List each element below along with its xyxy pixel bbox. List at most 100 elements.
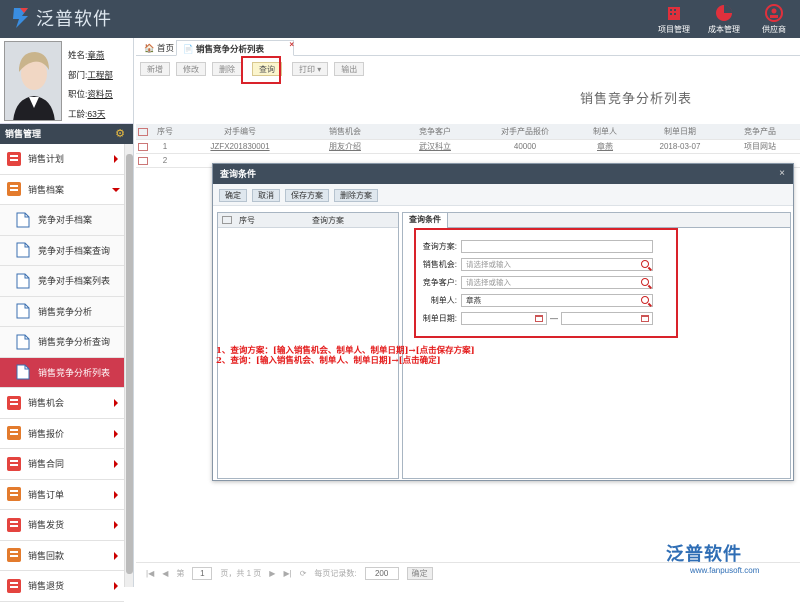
row-checkbox[interactable]	[138, 156, 148, 165]
grid-col-header[interactable]: 制单人	[570, 126, 640, 137]
table-cell: 2	[162, 156, 168, 165]
table-cell[interactable]: 章燕	[570, 141, 640, 152]
tab-close-icon[interactable]: ×	[289, 37, 294, 53]
sidebar-item-10[interactable]: 销售合同	[0, 449, 124, 480]
sidebar-item-11[interactable]: 销售订单	[0, 479, 124, 510]
dialog-title-bar: 查询条件 ×	[213, 164, 793, 184]
sidebar-item-6[interactable]: 销售竞争分析查询	[0, 327, 124, 358]
grid-col-header[interactable]: 竞争客户	[390, 126, 480, 137]
sidebar-item-13[interactable]: 销售回款	[0, 540, 124, 571]
table-row[interactable]: 1 JZFX201830001 朋友介绍 武汉科立 40000 章燕 2018-03-07 项…	[136, 140, 800, 154]
sidebar-item-0[interactable]: 销售计划	[0, 144, 124, 175]
sidebar-item-label: 销售订单	[28, 489, 65, 500]
table-cell[interactable]: 朋友介绍	[300, 141, 390, 152]
grid-col-header[interactable]: 竞争产品	[720, 126, 800, 137]
tab-query-criteria[interactable]: 查询条件	[403, 213, 448, 228]
chevron-right-icon	[114, 582, 118, 590]
supplier-button[interactable]: 供应商	[754, 2, 794, 35]
export-button[interactable]: 输出	[334, 62, 365, 76]
delete-button[interactable]: 删除	[212, 62, 242, 76]
home-icon: 🏠	[144, 43, 155, 53]
tenure-label: 工龄:	[68, 108, 88, 119]
grid-col-header[interactable]: 对手产品报价	[480, 126, 570, 137]
sidebar-scrollbar[interactable]	[124, 144, 133, 587]
sidebar-item-1[interactable]: 销售档案	[0, 174, 124, 205]
toolbar: 新增 修改 删除 查询 打印 ▾ 输出	[136, 58, 800, 80]
brand-logo: 泛普软件	[10, 5, 112, 31]
print-button[interactable]: 打印 ▾	[292, 62, 329, 76]
table-cell[interactable]: JZFX201830001	[180, 142, 300, 151]
table-cell[interactable]: 武汉科立	[390, 141, 480, 152]
first-page-icon[interactable]: |◀	[146, 569, 154, 578]
user-position[interactable]: 资料员	[87, 89, 113, 99]
table-cell: 2018-03-07	[659, 142, 701, 151]
payment-icon	[6, 547, 22, 563]
sidebar-section-header: 销售管理 ⚙	[0, 124, 133, 144]
user-name[interactable]: 章燕	[87, 50, 104, 60]
refresh-icon[interactable]: ⟳	[300, 569, 307, 578]
instruction-note-2: 2、查询：[输入销售机会、制单人、制单日期]→[点击确定]	[216, 356, 441, 366]
cost-management-button[interactable]: 成本管理	[704, 2, 744, 35]
chevron-right-icon	[114, 155, 118, 163]
user-dept[interactable]: 工程部	[87, 70, 113, 80]
sidebar-item-14[interactable]: 销售退货	[0, 571, 124, 602]
grid-col-header[interactable]: 对手编号	[180, 126, 300, 137]
sidebar-item-label: 竞争对手档案查询	[38, 245, 111, 256]
col-index: 序号	[239, 215, 255, 225]
sidebar-item-5[interactable]: 销售竞争分析	[0, 296, 124, 327]
criteria-highlight	[414, 228, 678, 338]
order-icon	[6, 486, 22, 502]
ok-button[interactable]: 确定	[219, 189, 247, 202]
next-page-icon[interactable]: ▶	[269, 569, 275, 578]
chevron-right-icon	[114, 399, 118, 407]
sidebar-item-label: 销售机会	[28, 398, 65, 409]
chevron-right-icon	[114, 551, 118, 560]
sidebar-item-7[interactable]: 销售竞争分析列表	[0, 357, 124, 388]
sidebar-item-label: 销售竞争分析	[38, 306, 93, 317]
contract-icon	[6, 456, 22, 472]
save-scheme-button[interactable]: 保存方案	[285, 189, 329, 202]
logo-mark-icon	[13, 8, 28, 28]
sidebar-item-8[interactable]: 销售机会	[0, 388, 124, 419]
gear-icon[interactable]: ⚙	[115, 124, 125, 144]
supplier-label: 供应商	[762, 25, 786, 34]
edit-button[interactable]: 修改	[176, 62, 206, 76]
grid-col-header[interactable]: 制单日期	[640, 126, 720, 137]
delete-scheme-button[interactable]: 删除方案	[334, 189, 378, 202]
target-icon	[6, 395, 22, 411]
dialog-title: 查询条件	[220, 169, 257, 179]
last-page-icon[interactable]: ▶|	[283, 569, 291, 578]
sidebar-item-3[interactable]: 竞争对手档案查询	[0, 235, 124, 266]
sidebar-item-label: 销售档案	[28, 184, 65, 195]
avatar	[4, 41, 62, 121]
tab-home[interactable]: 🏠 首页	[138, 40, 180, 56]
cancel-button[interactable]: 取消	[252, 189, 280, 202]
select-all-checkbox[interactable]	[222, 216, 232, 224]
project-management-button[interactable]: 项目管理	[654, 2, 694, 35]
add-button[interactable]: 新增	[140, 62, 170, 76]
prev-page-icon[interactable]: ◀	[162, 569, 168, 578]
sidebar-item-12[interactable]: 销售发货	[0, 510, 124, 541]
page-input[interactable]: 1	[192, 567, 213, 580]
sidebar-item-label: 竞争对手档案	[38, 215, 93, 226]
document-icon	[16, 334, 32, 350]
sidebar-item-4[interactable]: 竞争对手档案列表	[0, 266, 124, 297]
tab-sales-competition-list[interactable]: 📄 销售竞争分析列表 ×	[176, 40, 294, 56]
page-size-select[interactable]: 200	[364, 567, 399, 580]
grid-select-all-checkbox[interactable]	[138, 127, 148, 136]
sidebar-item-label: 销售竞争分析列表	[38, 367, 111, 378]
chevron-right-icon	[114, 490, 118, 499]
chevron-right-icon	[114, 460, 118, 468]
dialog-close-icon[interactable]: ×	[779, 164, 785, 184]
calendar-list-icon	[6, 151, 22, 167]
user-tenure[interactable]: 63天	[87, 109, 105, 119]
pager-ok-button[interactable]: 确定	[406, 567, 433, 580]
row-checkbox[interactable]	[138, 142, 148, 151]
pie-chart-icon	[716, 5, 732, 21]
grid-col-header[interactable]: 销售机会	[300, 126, 390, 137]
chevron-right-icon	[114, 521, 118, 529]
document-icon	[16, 303, 32, 319]
grid-col-header[interactable]: 序号	[150, 126, 180, 137]
sidebar-item-2[interactable]: 竞争对手档案	[0, 205, 124, 236]
sidebar-item-9[interactable]: 销售报价	[0, 418, 124, 449]
